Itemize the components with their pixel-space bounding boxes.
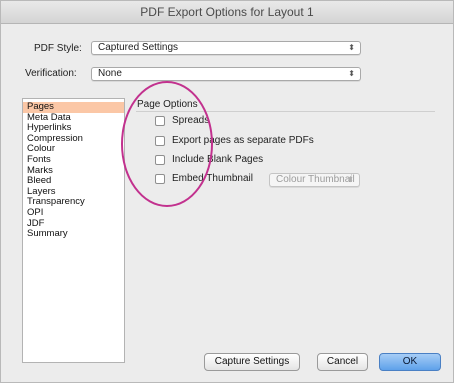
include-blank-checkbox[interactable] — [155, 154, 165, 165]
spreads-checkbox[interactable] — [155, 115, 165, 126]
thumbnail-mode-value: Colour Thumbnail — [276, 174, 355, 185]
popup-arrows-icon: ⬍ — [348, 69, 355, 78]
popup-arrows-icon: ⬍ — [347, 175, 354, 184]
export-separate-label: Export pages as separate PDFs — [172, 135, 314, 146]
verification-label: Verification: — [25, 68, 77, 79]
export-separate-checkbox[interactable] — [155, 135, 165, 146]
capture-settings-button[interactable]: Capture Settings — [204, 353, 300, 371]
thumbnail-mode-popup[interactable]: Colour Thumbnail ⬍ — [269, 173, 360, 187]
spreads-option[interactable]: Spreads — [155, 115, 209, 129]
popup-arrows-icon: ⬍ — [348, 43, 355, 52]
page-options-title: Page Options — [137, 99, 198, 110]
verification-popup[interactable]: None ⬍ — [91, 67, 361, 81]
pdf-style-value: Captured Settings — [98, 42, 179, 53]
include-blank-option[interactable]: Include Blank Pages — [155, 154, 263, 168]
sidebar-item-opi[interactable]: OPI — [23, 207, 124, 219]
spreads-label: Spreads — [172, 115, 210, 126]
pdf-export-options-dialog: PDF Export Options for Layout 1 PDF Styl… — [0, 0, 454, 383]
include-blank-label: Include Blank Pages — [172, 154, 264, 165]
cancel-button[interactable]: Cancel — [317, 353, 368, 371]
ok-button[interactable]: OK — [379, 353, 441, 371]
pdf-style-label: PDF Style: — [34, 43, 82, 54]
category-list: Pages Meta Data Hyperlinks Compression C… — [22, 98, 125, 363]
sidebar-item-fonts[interactable]: Fonts — [23, 154, 124, 166]
sidebar-item-summary[interactable]: Summary — [23, 229, 124, 240]
embed-thumbnail-checkbox[interactable] — [155, 173, 165, 184]
embed-thumbnail-option[interactable]: Embed Thumbnail — [155, 173, 253, 187]
sidebar-item-pages[interactable]: Pages — [23, 101, 124, 113]
window-title: PDF Export Options for Layout 1 — [1, 1, 453, 24]
pdf-style-popup[interactable]: Captured Settings ⬍ — [91, 41, 361, 55]
group-divider — [136, 111, 435, 112]
embed-thumbnail-label: Embed Thumbnail — [172, 173, 253, 184]
verification-value: None — [98, 68, 122, 79]
export-separate-option[interactable]: Export pages as separate PDFs — [155, 135, 314, 149]
